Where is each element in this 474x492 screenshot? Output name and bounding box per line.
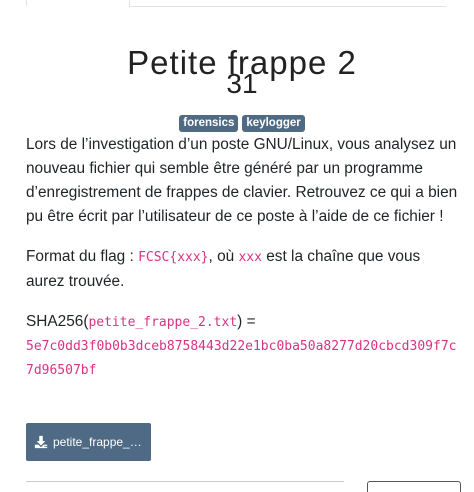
tab-active[interactable] [26, 0, 130, 6]
tag-list: forensics keylogger [0, 115, 474, 132]
tag-forensics: forensics [179, 115, 239, 132]
description-paragraph: Lors de l’investigation d’un poste GNU/L… [26, 136, 458, 225]
flag-format-var: xxx [238, 250, 262, 265]
tag-keylogger: keylogger [242, 115, 305, 132]
flag-format-paragraph: Format du flag : FCSC{xxx}, où xxx est l… [26, 245, 462, 294]
download-file-button[interactable]: petite_frappe_2.txt [26, 423, 151, 461]
flag-format-mid: , où [208, 248, 239, 265]
sha256-suffix: ) = [237, 313, 256, 330]
tab-strip [26, 0, 446, 7]
flag-format-prefix: Format du flag : [26, 248, 139, 265]
sha256-hash: 5e7c0dd3f0b0b3dceb8758443d22e1bc0ba50a82… [26, 339, 457, 378]
challenge-points: 31 [226, 68, 258, 99]
sha256-filename: petite_frappe_2.txt [88, 315, 238, 330]
section-divider [26, 481, 344, 482]
flag-submit-box[interactable] [367, 481, 461, 492]
tab-divider [129, 6, 446, 7]
download-icon [34, 435, 48, 449]
sha256-prefix: SHA256( [26, 313, 89, 330]
challenge-description: Lors de l’investigation d’un poste GNU/L… [26, 133, 462, 383]
flag-format-code: FCSC{xxx} [138, 250, 209, 265]
download-file-label: petite_frappe_2.txt [53, 435, 148, 449]
sha256-paragraph: SHA256(petite_frappe_2.txt) = 5e7c0dd3f0b… [26, 310, 462, 383]
